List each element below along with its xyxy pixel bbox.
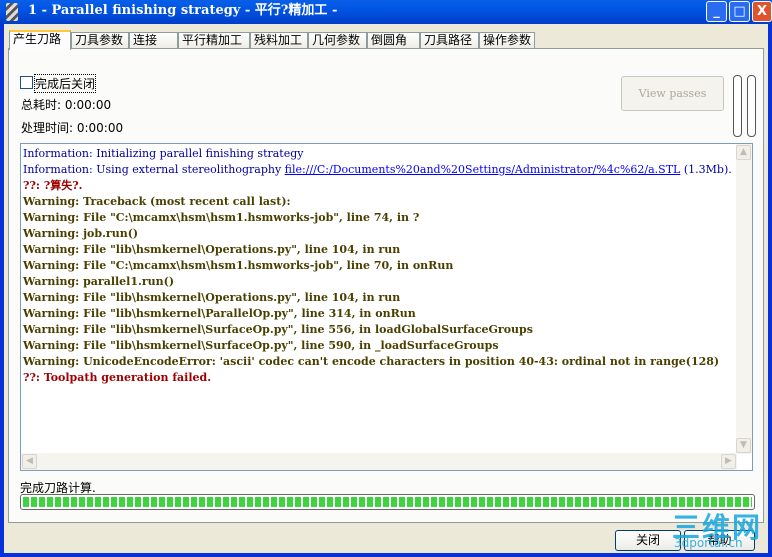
vertical-gauge-1 xyxy=(733,75,742,137)
file-size: (1.3Mb). xyxy=(680,163,732,176)
log-text: Information: Initializing parallel finis… xyxy=(23,147,304,160)
scroll-down-icon[interactable]: ▼ xyxy=(736,438,751,453)
scroll-right-icon[interactable]: ▶ xyxy=(721,454,736,469)
minimize-icon: _ xyxy=(713,4,720,19)
log-lines: Information: Initializing parallel finis… xyxy=(23,146,732,386)
log-line: Warning: job.run() xyxy=(23,226,732,242)
vertical-scrollbar[interactable]: ▲ ▼ xyxy=(736,144,752,454)
log-line: Warning: File "lib\hsmkernel\Operations.… xyxy=(23,242,732,258)
tab-4[interactable]: 残料加工 xyxy=(250,32,308,49)
log-text: ??: Toolpath generation failed. xyxy=(23,371,212,384)
tab-7[interactable]: 刀具路径 xyxy=(420,32,479,49)
log-text: Warning: File "C:\mcamx\hsm\hsm1.hsmwork… xyxy=(23,259,454,272)
log-text: Warning: File "C:\mcamx\hsm\hsm1.hsmwork… xyxy=(23,211,420,224)
progress-bar xyxy=(20,494,755,510)
progress-fill xyxy=(23,497,752,507)
title-bar[interactable]: 1 - Parallel finishing strategy - 平行?精加工… xyxy=(0,0,772,24)
app-icon xyxy=(6,3,18,21)
maximize-button[interactable]: □ xyxy=(729,1,750,22)
log-line: Warning: File "lib\hsmkernel\Operations.… xyxy=(23,290,732,306)
log-text: Warning: parallel1.run() xyxy=(23,275,175,288)
tab-1[interactable]: 刀具参数 xyxy=(71,32,129,49)
window-title: 1 - Parallel finishing strategy - 平行?精加工… xyxy=(28,3,338,18)
log-line: Warning: File "C:\mcamx\hsm\hsm1.hsmwork… xyxy=(23,210,732,226)
tab-8[interactable]: 操作参数 xyxy=(479,32,535,49)
log-text: Warning: File "lib\hsmkernel\SurfaceOp.p… xyxy=(23,323,533,336)
watermark-url: 3dportal.cn xyxy=(674,536,743,550)
log-line: ??: ?算失?. xyxy=(23,178,732,194)
process-time: 处理时间: 0:00:00 xyxy=(21,121,124,135)
log-text: Warning: job.run() xyxy=(23,227,139,240)
log-text: Warning: File "lib\hsmkernel\Operations.… xyxy=(23,243,401,256)
minimize-button[interactable]: _ xyxy=(706,1,727,22)
tab-6[interactable]: 倒圆角 xyxy=(367,32,420,49)
log-text: Warning: UnicodeEncodeError: 'ascii' cod… xyxy=(23,355,720,368)
log-text: Warning: File "lib\hsmkernel\Operations.… xyxy=(23,291,401,304)
maximize-icon: □ xyxy=(733,4,746,19)
tab-0[interactable]: 产生刀路 xyxy=(9,30,71,50)
log-line: Warning: File "lib\hsmkernel\ParallelOp.… xyxy=(23,306,732,322)
file-link[interactable]: file:///C:/Documents%20and%20Settings/Ad… xyxy=(285,163,681,176)
close-icon: X xyxy=(756,4,768,19)
log-text: Warning: File "lib\hsmkernel\ParallelOp.… xyxy=(23,307,416,320)
log-text: Warning: File "lib\hsmkernel\SurfaceOp.p… xyxy=(23,339,499,352)
log-text: Information: Using external stereolithog… xyxy=(23,163,285,176)
log-line: Warning: File "C:\mcamx\hsm\hsm1.hsmwork… xyxy=(23,258,732,274)
view-passes-button[interactable]: View passes xyxy=(621,76,724,111)
close-window-button[interactable]: X xyxy=(752,1,772,22)
log-line: ??: Toolpath generation failed. xyxy=(23,370,732,386)
close-on-finish-label[interactable]: 完成后关闭 xyxy=(33,74,97,93)
tab-3[interactable]: 平行精加工 xyxy=(178,32,250,49)
tab-2[interactable]: 连接 xyxy=(129,32,178,49)
log-output[interactable]: Information: Initializing parallel finis… xyxy=(20,143,753,471)
horizontal-scrollbar[interactable]: ◀ ▶ xyxy=(21,453,737,470)
close-on-finish-checkbox[interactable] xyxy=(20,76,33,89)
log-text: Warning: Traceback (most recent call las… xyxy=(23,195,291,208)
log-line: Warning: File "lib\hsmkernel\SurfaceOp.p… xyxy=(23,338,732,354)
vertical-gauge-2 xyxy=(747,75,756,137)
log-line: Warning: UnicodeEncodeError: 'ascii' cod… xyxy=(23,354,732,370)
total-time: 总耗时: 0:00:00 xyxy=(21,98,112,112)
tab-5[interactable]: 几何参数 xyxy=(308,32,367,49)
log-line: Warning: File "lib\hsmkernel\SurfaceOp.p… xyxy=(23,322,732,338)
log-line: Information: Using external stereolithog… xyxy=(23,162,732,178)
log-line: Warning: parallel1.run() xyxy=(23,274,732,290)
log-line: Warning: Traceback (most recent call las… xyxy=(23,194,732,210)
log-line: Information: Initializing parallel finis… xyxy=(23,146,732,162)
scroll-up-icon[interactable]: ▲ xyxy=(736,145,751,160)
scroll-left-icon[interactable]: ◀ xyxy=(22,454,37,469)
log-text: ??: ?算失?. xyxy=(23,179,83,192)
